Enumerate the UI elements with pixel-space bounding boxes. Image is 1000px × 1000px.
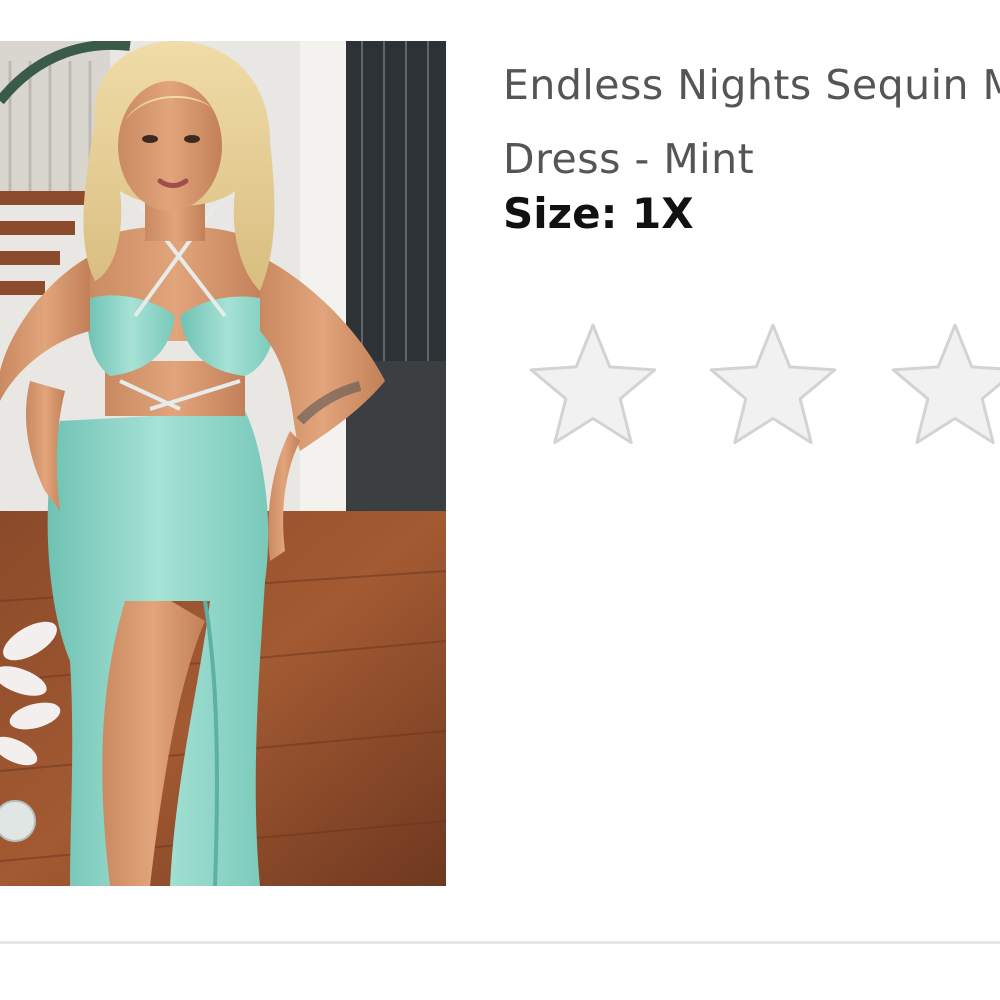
product-size: Size: 1X [503,186,694,242]
product-photo-illustration [0,41,446,886]
size-label: Size: [503,189,618,238]
star-icon-1[interactable] [529,323,657,445]
star-rating-svg [529,323,1000,445]
star-icon-3[interactable] [891,323,1000,445]
product-card: Endless Nights Sequin Maxi Dress - Mint … [0,0,1000,1000]
divider [0,941,1000,944]
star-icon-2[interactable] [709,323,837,445]
star-rating[interactable] [520,320,1000,460]
product-image[interactable] [0,41,446,886]
product-title[interactable]: Endless Nights Sequin Maxi Dress - Mint [503,48,1000,196]
size-value: 1X [632,189,694,238]
